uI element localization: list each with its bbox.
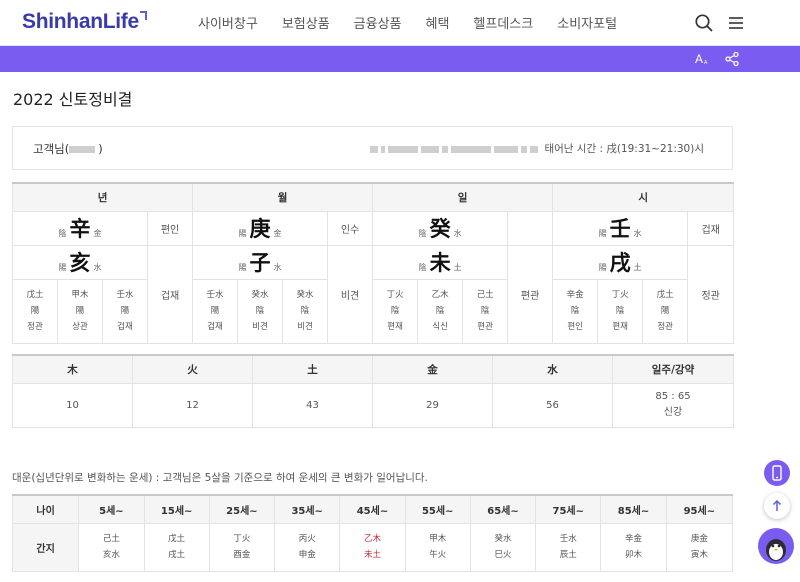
daeun-ganji: 癸水 巳火 [469,522,537,572]
page-title: 2022 신토정비결 [13,90,133,109]
daeun-age: 95세~ [665,494,734,524]
blurred-name [69,146,96,153]
daeun-age: 75세~ [535,494,602,524]
year-stem: 陰辛金 [12,210,148,246]
pillar-header-day: 일 [372,182,554,212]
customer-birth-info: 태어난 시간 : 戌(19:31~21:30)시 [370,141,704,156]
daeun-age: 15세~ [143,494,210,524]
svg-text:A: A [695,52,703,66]
element-header-earth: 土 [252,354,373,384]
hour-branch-relation: 정관 [687,244,735,344]
nav-consumer-portal[interactable]: 소비자포털 [557,13,617,32]
pillar-header-year: 년 [11,182,194,212]
year-stem-relation: 편인 [146,210,194,246]
day-stem-relation [507,210,554,246]
birth-time-text: 태어난 시간 : 戌(19:31~21:30)시 [544,143,704,155]
main-nav: 사이버창구 보험상품 금융상품 혜택 헬프데스크 소비자포털 [198,13,641,32]
daeun-ganji: 庚金 寅木 [665,522,734,572]
five-elements-table: 木 火 土 金 水 일주/강약 10 12 43 29 56 85 : 65 신강 [12,354,734,428]
element-value-metal: 29 [372,382,493,428]
daeun-row-header-age: 나이 [11,494,80,524]
element-header-fire: 火 [132,354,253,384]
daeun-ganji: 辛金 卯木 [600,522,667,572]
month-stem: 陽庚金 [192,210,329,246]
hour-branch: 陽戌土 [552,244,689,280]
daeun-age: 85세~ [600,494,667,524]
pillar-header-hour: 시 [552,182,735,212]
daeun-age: 5세~ [78,494,145,524]
hidden-stem-cell: 壬水陽 겁재 [102,278,148,344]
utility-bar: AA [0,46,800,72]
arrow-up-icon[interactable] [764,493,790,519]
site-header: ShinhanLife 사이버창구 보험상품 금융상품 혜택 헬프데스크 소비자포털 [0,0,800,46]
hidden-stem-cell: 癸水陰 비견 [282,278,329,344]
element-value-wood: 10 [12,382,133,428]
pillar-header-month: 월 [192,182,374,212]
month-stem-relation: 인수 [327,210,374,246]
day-stem: 陰癸水 [372,210,509,246]
daeun-ganji-current: 乙木 未土 [339,522,406,572]
daeun-ganji: 丁火 酉金 [208,522,276,572]
logo-mark-icon [139,11,147,20]
hidden-stem-cell: 丁火陰 편재 [597,278,644,344]
hidden-stem-cell: 乙木陰 식신 [417,278,464,344]
day-branch: 陰未土 [372,244,509,280]
element-value-fire: 12 [132,382,253,428]
daeun-ganji: 壬水 辰土 [535,522,602,572]
nav-benefits[interactable]: 혜택 [426,13,450,32]
daeun-age: 55세~ [404,494,471,524]
daeun-age: 45세~ [339,494,406,524]
menu-icon[interactable] [726,13,746,33]
month-branch: 陽子水 [192,244,329,280]
daeun-row-header-ganji: 간지 [11,522,80,572]
hidden-stem-cell: 辛金陰 편인 [552,278,599,344]
month-branch-relation: 비견 [327,244,374,344]
element-header-wood: 木 [12,354,133,384]
hidden-stem-cell: 丁火陰 편재 [372,278,419,344]
year-branch: 陽亥水 [12,244,148,280]
element-value-earth: 43 [252,382,373,428]
hidden-stem-cell: 壬水陽 겁재 [192,278,239,344]
shinhanlife-logo[interactable]: ShinhanLife [22,10,147,34]
element-header-strength: 일주/강약 [612,354,734,384]
daeun-age: 25세~ [208,494,276,524]
element-value-water: 56 [492,382,613,428]
customer-name: 고객님() [33,142,103,156]
saju-table: 년 월 일 시 陰辛金 편인 陽庚金 인수 陰癸水 陽壬水 겁재 陽亥水 겁재 … [11,182,735,344]
penguin-icon[interactable] [758,528,794,564]
search-icon[interactable] [694,13,714,33]
customer-info-box: 고객님() 태어난 시간 : 戌(19:31~21:30)시 [12,126,733,170]
daeun-ganji: 戊土 戌土 [143,522,210,572]
font-size-icon[interactable]: AA [694,51,710,67]
hour-stem: 陽壬水 [552,210,689,246]
hidden-stem-cell: 己土陰 편관 [462,278,509,344]
element-header-water: 水 [492,354,613,384]
daeun-age: 65세~ [469,494,537,524]
year-branch-relation: 겁재 [146,244,194,344]
daeun-age: 35세~ [274,494,341,524]
nav-insurance-products[interactable]: 보험상품 [282,13,330,32]
hidden-stem-cell: 戊土陽 정관 [642,278,689,344]
day-branch-relation: 편관 [507,244,554,344]
hidden-stem-cell: 癸水陰 비견 [237,278,284,344]
daeun-ganji: 丙火 申金 [274,522,341,572]
daeun-ganji: 甲木 午火 [404,522,471,572]
svg-text:A: A [704,60,708,66]
share-icon[interactable] [724,51,740,67]
hour-stem-relation: 겁재 [687,210,735,246]
daeun-ganji: 己土 亥水 [78,522,145,572]
mobile-icon[interactable] [764,460,790,486]
nav-cyber-window[interactable]: 사이버창구 [198,13,258,32]
element-header-metal: 金 [372,354,493,384]
nav-financial-products[interactable]: 금융상품 [354,13,402,32]
hidden-stem-cell: 甲木陽 상관 [57,278,103,344]
element-strength: 85 : 65 신강 [612,382,734,428]
daeun-table: 나이 5세~ 15세~ 25세~ 35세~ 45세~ 55세~ 65세~ 75세… [11,494,734,572]
daeun-note: 대운(십년단위로 변화하는 운세) : 고객님은 5살을 기준으로 하여 운세의… [12,472,428,484]
hidden-stem-cell: 戊土陽 정관 [12,278,58,344]
nav-helpdesk[interactable]: 헬프데스크 [473,13,533,32]
